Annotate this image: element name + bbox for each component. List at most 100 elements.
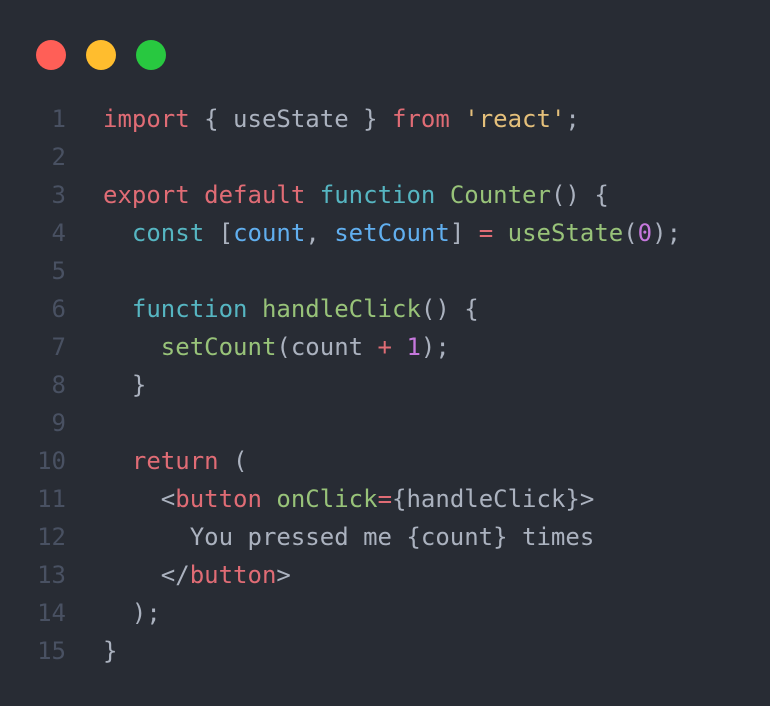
- code-token: (count: [276, 333, 378, 361]
- code-token: );: [103, 599, 161, 627]
- code-token: {handleClick}>: [392, 485, 595, 513]
- line-number: 2: [51, 143, 66, 171]
- code-line: 7 setCount(count + 1);: [0, 328, 770, 366]
- code-token: function: [131, 295, 248, 323]
- code-token: default: [204, 181, 306, 209]
- code-token: </: [103, 561, 190, 589]
- code-token: );: [652, 219, 682, 247]
- code-line: 14 );: [0, 594, 770, 632]
- code-token: =: [478, 219, 494, 247]
- code-line: 4 const [count, setCount] = useState(0);: [0, 214, 770, 252]
- code-token: setCount: [160, 333, 277, 361]
- line-content: setCount(count + 1);: [103, 328, 450, 366]
- code-token: (: [218, 447, 248, 475]
- code-token: }: [103, 371, 147, 399]
- code-token: const: [131, 219, 205, 247]
- code-line: 3 export default function Counter() {: [0, 176, 770, 214]
- line-number: 12: [37, 523, 66, 551]
- code-token: (: [623, 219, 638, 247]
- code-token: 1: [406, 333, 421, 361]
- code-token: <: [103, 485, 176, 513]
- code-token: [: [204, 219, 234, 247]
- code-token: import: [103, 105, 190, 133]
- code-token: );: [420, 333, 450, 361]
- line-number: 10: [37, 447, 66, 475]
- window-titlebar: [0, 0, 770, 80]
- code-token: export: [103, 181, 190, 209]
- code-token: button: [189, 561, 277, 589]
- code-line: 6 function handleClick() {: [0, 290, 770, 328]
- maximize-icon[interactable]: [136, 40, 166, 70]
- code-token: () {: [550, 181, 609, 209]
- code-token: +: [377, 333, 392, 361]
- code-line: 12 You pressed me {count} times: [0, 518, 770, 556]
- line-number: 1: [51, 105, 66, 133]
- code-token: count: [233, 219, 306, 247]
- code-token: }: [103, 637, 118, 665]
- line-number: 15: [37, 637, 66, 665]
- line-number: 11: [37, 485, 66, 513]
- line-content: import { useState } from 'react';: [103, 100, 580, 138]
- code-token: button: [175, 485, 262, 513]
- code-line: 11 <button onClick={handleClick}>: [0, 480, 770, 518]
- code-token: handleClick: [261, 295, 421, 323]
- line-content: return (: [103, 442, 248, 480]
- line-number: 4: [51, 219, 66, 247]
- code-token: onClick: [276, 485, 378, 513]
- code-line: 13 </button>: [0, 556, 770, 594]
- line-content: </button>: [103, 556, 291, 594]
- code-token: useState: [507, 219, 624, 247]
- line-content: );: [103, 594, 161, 632]
- line-content: You pressed me {count} times: [103, 518, 595, 556]
- code-token: ;: [565, 105, 580, 133]
- close-icon[interactable]: [36, 40, 66, 70]
- code-line: 2: [0, 138, 770, 176]
- code-token: You pressed me {count} times: [103, 523, 595, 551]
- code-token: 'react': [464, 105, 566, 133]
- code-token: =: [377, 485, 393, 513]
- line-content: const [count, setCount] = useState(0);: [103, 214, 681, 252]
- line-content: }: [103, 632, 117, 670]
- line-number: 9: [51, 409, 66, 437]
- code-line: 5: [0, 252, 770, 290]
- code-line: 15}: [0, 632, 770, 670]
- code-editor[interactable]: 1 import { useState } from 'react'; 2 3 expo…: [0, 100, 770, 670]
- code-line: 1 import { useState } from 'react';: [0, 100, 770, 138]
- line-content: <button onClick={handleClick}>: [103, 480, 595, 518]
- line-number: 13: [37, 561, 66, 589]
- line-number: 6: [51, 295, 66, 323]
- line-content: export default function Counter() {: [103, 176, 609, 214]
- code-token: function: [319, 181, 436, 209]
- code-token: ,: [305, 219, 335, 247]
- line-content: function handleClick() {: [103, 290, 479, 328]
- code-token: () {: [420, 295, 479, 323]
- line-number: 7: [51, 333, 66, 361]
- line-number: 8: [51, 371, 66, 399]
- code-token: Counter: [449, 181, 551, 209]
- code-token: setCount: [334, 219, 450, 247]
- code-token: { useState }: [189, 105, 392, 133]
- code-line: 9: [0, 404, 770, 442]
- line-number: 14: [37, 599, 66, 627]
- line-content: }: [103, 366, 146, 404]
- code-token: return: [131, 447, 219, 475]
- code-line: 8 }: [0, 366, 770, 404]
- code-line: 10 return (: [0, 442, 770, 480]
- code-token: from: [392, 105, 450, 133]
- minimize-icon[interactable]: [86, 40, 116, 70]
- line-number: 5: [51, 257, 66, 285]
- code-token: 0: [637, 219, 653, 247]
- line-number: 3: [51, 181, 66, 209]
- code-token: ]: [449, 219, 479, 247]
